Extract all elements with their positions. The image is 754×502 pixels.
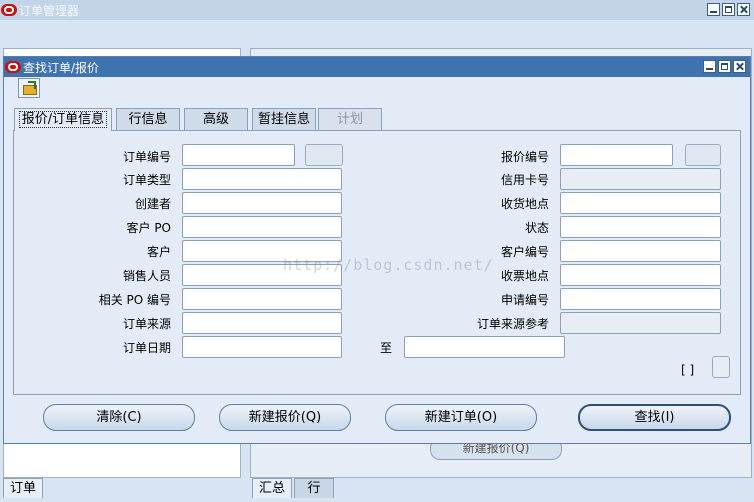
- minimize-icon[interactable]: [703, 60, 716, 73]
- label-date-to: 至: [380, 341, 393, 355]
- label-bill-to-location: 收票地点: [500, 269, 549, 283]
- order-number-input[interactable]: [182, 144, 295, 166]
- label-quote-number: 报价编号: [500, 150, 549, 164]
- label-order-type: 订单类型: [122, 173, 171, 187]
- quote-number-input[interactable]: [560, 144, 673, 166]
- oracle-logo-icon: [1, 4, 17, 16]
- order-source-input[interactable]: [182, 312, 342, 334]
- label-customer-number: 客户编号: [500, 245, 549, 259]
- label-related-po-number: 相关 PO 编号: [98, 293, 171, 307]
- created-by-input[interactable]: [182, 192, 342, 214]
- watermark: http://blog.csdn.net/: [283, 256, 494, 274]
- tab-orders-background[interactable]: 订单: [3, 478, 43, 498]
- label-order-source: 订单来源: [122, 317, 171, 331]
- customer-number-input[interactable]: [560, 240, 721, 262]
- outer-title-bar: 订单管理器: [0, 0, 754, 20]
- tab-hold-info[interactable]: 暂挂信息: [252, 108, 316, 130]
- tab-quote-order-info[interactable]: 报价/订单信息: [14, 108, 112, 131]
- order-source-reference-input[interactable]: [560, 312, 721, 334]
- label-ship-to-location: 收货地点: [500, 197, 549, 211]
- flag-checkbox[interactable]: [712, 356, 730, 378]
- order-date-to-input[interactable]: [404, 336, 565, 358]
- label-order-source-reference: 订单来源参考: [476, 317, 549, 331]
- dialog-window-controls: [703, 60, 746, 73]
- tab-line-info[interactable]: 行信息: [116, 108, 180, 130]
- dialog-title: 查找订单/报价: [23, 60, 100, 75]
- close-icon[interactable]: [737, 3, 750, 16]
- label-order-date: 订单日期: [122, 341, 171, 355]
- outer-window-controls: [707, 3, 750, 16]
- order-number-extra-button[interactable]: [305, 144, 343, 166]
- label-customer-po: 客户 PO: [126, 221, 172, 235]
- label-customer: 客户: [146, 245, 171, 259]
- label-salesperson: 销售人员: [122, 269, 171, 283]
- bracket-indicator: [ ]: [681, 363, 695, 377]
- ship-to-location-input[interactable]: [560, 192, 721, 214]
- quote-number-extra-button[interactable]: [685, 144, 721, 166]
- credit-card-number-input[interactable]: [560, 168, 721, 190]
- label-order-number: 订单编号: [122, 150, 171, 164]
- outer-window-title: 订单管理器: [19, 3, 80, 18]
- bill-to-location-input[interactable]: [560, 264, 721, 286]
- tab-schedule: 计划: [318, 108, 382, 130]
- minimize-icon[interactable]: [707, 3, 720, 16]
- new-order-button[interactable]: 新建订单(O): [385, 404, 537, 431]
- tab-advanced[interactable]: 高级: [184, 108, 248, 130]
- order-type-input[interactable]: [182, 168, 342, 190]
- status-input[interactable]: [560, 216, 721, 238]
- dialog-title-bar: 查找订单/报价: [4, 57, 750, 77]
- customer-po-input[interactable]: [182, 216, 342, 238]
- related-po-number-input[interactable]: [182, 288, 342, 310]
- label-status: 状态: [524, 221, 549, 235]
- tab-summary-background[interactable]: 汇总: [252, 478, 292, 498]
- clear-button[interactable]: 清除(C): [43, 404, 195, 431]
- requisition-number-input[interactable]: [560, 288, 721, 310]
- label-credit-card-number: 信用卡号: [500, 173, 549, 187]
- maximize-icon[interactable]: [722, 3, 735, 16]
- close-icon[interactable]: [733, 60, 746, 73]
- order-date-from-input[interactable]: [182, 336, 342, 358]
- new-quote-button[interactable]: 新建报价(Q): [219, 404, 351, 431]
- maximize-icon[interactable]: [718, 60, 731, 73]
- label-created-by: 创建者: [134, 197, 171, 211]
- oracle-logo-icon: [5, 61, 21, 73]
- open-folder-icon[interactable]: [18, 78, 40, 98]
- tab-lines-background[interactable]: 行: [294, 478, 334, 498]
- find-button[interactable]: 查找(I): [578, 404, 731, 431]
- label-requisition-number: 申请编号: [500, 293, 549, 307]
- find-orders-dialog: 查找订单/报价 报价/订单信息 行信息 高级 暂挂信息 计划 订单编号 订单类型…: [3, 56, 751, 444]
